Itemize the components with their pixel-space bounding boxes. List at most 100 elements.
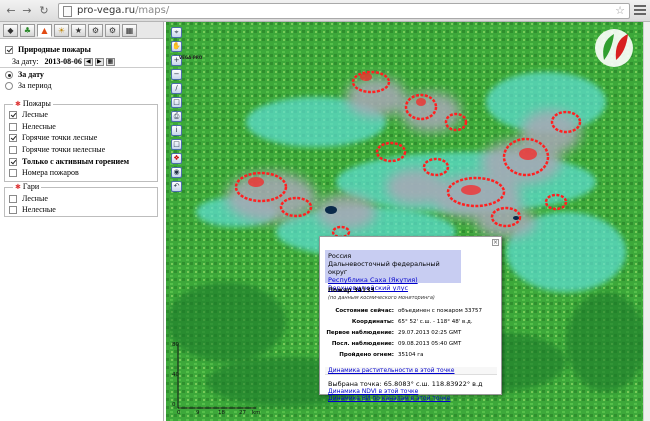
reload-icon[interactable]: ↻ [37, 4, 51, 18]
weather-icon[interactable]: ☀ [54, 24, 69, 37]
region-link[interactable]: Республика Саха (Якутия) [328, 276, 418, 284]
date-value[interactable]: 2013-08-06 [44, 57, 81, 66]
date-row: За дату: 2013-08-06 ◀ ▶ ▦ [12, 57, 115, 66]
burns-item-checkbox[interactable] [9, 205, 17, 214]
fires-item[interactable]: Только с активным горением [9, 157, 129, 166]
point-icon[interactable]: ❖ [171, 153, 182, 164]
fires-item-checkbox[interactable] [9, 157, 17, 166]
satellite-icon[interactable]: ★ [71, 24, 86, 37]
fires-item[interactable]: Горячие точки нелесные [9, 145, 105, 154]
satellite-map[interactable]: ⌖ ✋ + − ∕ □ ⎙ i □ ❖ ◉ ↶ VEGA-PRO 80 40 0… [166, 22, 646, 421]
pan-icon[interactable]: ✋ [171, 41, 182, 52]
address-bar[interactable]: pro-vega.ru/maps/ ☆ [58, 3, 630, 19]
next-date-button[interactable]: ▶ [94, 57, 104, 66]
fires-item-checkbox[interactable] [9, 133, 17, 142]
browser-toolbar: ← → ↻ pro-vega.ru/maps/ ☆ [0, 0, 650, 22]
fires-item-label: Нелесные [22, 122, 56, 131]
mode-by-date-label: За дату [18, 70, 44, 79]
selected-point: Выбрана точка: 65.8083° с.ш. 118.83922° … [328, 380, 483, 388]
bookmark-star-icon[interactable]: ☆ [615, 4, 625, 17]
print-icon[interactable]: ⎙ [171, 111, 182, 122]
fire-info-popup: × Россия Дальневосточный федеральный окр… [319, 236, 502, 402]
scale-y-tick: 0 [172, 402, 176, 408]
logo-text: VEGA-PRO [179, 55, 203, 60]
scale-y-tick: 80 [172, 342, 179, 348]
fires-legend: ✱ Пожары [13, 99, 53, 108]
burns-item[interactable]: Лесные [9, 194, 48, 203]
map-scale: 80 40 0 0 9 18 27 km [172, 342, 262, 418]
scale-x-tick: 0 [177, 410, 181, 416]
layers-icon[interactable]: ◆ [3, 24, 18, 37]
fire-field-value: 09.08.2013 05:40 GMT [398, 341, 462, 347]
fire-field-key: Координаты: [351, 319, 394, 325]
ndvi-dynamics-link[interactable]: Динамика NDVI в этой точке [328, 388, 418, 395]
fires-item-label: Горячие точки нелесные [22, 145, 106, 154]
measure-icon[interactable]: ∕ [171, 83, 182, 94]
vegetation-dynamics-link[interactable]: Динамика растительности в этой точке [328, 367, 455, 374]
fire-field-value: 35104 га [398, 352, 424, 358]
forward-icon[interactable]: → [20, 4, 34, 18]
fires-item-checkbox[interactable] [9, 168, 17, 177]
scale-x-tick: 18 [218, 410, 225, 416]
fires-item[interactable]: Горячие точки лесные [9, 133, 97, 142]
prev-date-button[interactable]: ◀ [83, 57, 93, 66]
fires-item[interactable]: Нелесные [9, 122, 56, 131]
burns-item-checkbox[interactable] [9, 194, 17, 203]
tools-icon[interactable]: ⚙ [88, 24, 103, 37]
burns-item-label: Лесные [22, 194, 48, 203]
layer-natural-fires[interactable]: Природные пожары [5, 45, 91, 54]
fires-item-label: Номера пожаров [22, 168, 79, 177]
page-icon [63, 6, 72, 17]
fire-field-key: Пройдено огнем: [339, 352, 394, 358]
fires-item-label: Только с активным горением [22, 157, 130, 166]
scale-unit: km [252, 410, 261, 416]
fires-item-label: Горячие точки лесные [22, 133, 98, 142]
popup-close-icon[interactable]: × [492, 239, 499, 246]
radio-by-period[interactable] [5, 81, 13, 90]
scale-y-tick: 40 [172, 372, 179, 378]
vegetation-icon[interactable]: ♣ [20, 24, 35, 37]
district: Дальневосточный федеральный округ [328, 260, 440, 276]
burns-item-label: Нелесные [22, 205, 56, 214]
fires-item-checkbox[interactable] [9, 145, 17, 154]
map-tools: ⌖ ✋ + − ∕ □ ⎙ i □ ❖ ◉ ↶ [171, 27, 182, 192]
url-text: pro-vega.ru/maps/ [77, 5, 170, 16]
area-icon[interactable]: □ [171, 97, 182, 108]
radio-by-date[interactable] [5, 70, 13, 79]
scale-x-tick: 27 [239, 410, 246, 416]
fires-item-checkbox[interactable] [9, 122, 17, 131]
page-scrollbar[interactable] [643, 22, 650, 421]
mode-by-period[interactable]: За период [5, 81, 52, 90]
fire-field-key: Первое наблюдение: [326, 330, 394, 336]
zoom-out-icon[interactable]: − [171, 69, 182, 80]
layer-title: Природные пожары [18, 45, 91, 54]
natural-fires-checkbox[interactable] [5, 45, 13, 54]
table-icon[interactable]: ▦ [122, 24, 137, 37]
date-label: За дату: [12, 57, 39, 66]
burns-item[interactable]: Нелесные [9, 205, 56, 214]
scale-x-tick: 9 [196, 410, 200, 416]
zoom-extent-icon[interactable]: ⌖ [171, 27, 182, 38]
browser-menu-icon[interactable] [634, 5, 646, 16]
fire-field-key: Посл. наблюдение: [331, 341, 394, 347]
calendar-icon[interactable]: ▦ [105, 57, 115, 66]
fire-field-value: 65° 52' с.ш. - 118° 48' в.д. [398, 319, 473, 325]
fires-item[interactable]: Номера пожаров [9, 168, 79, 177]
back-icon[interactable]: ← [4, 4, 18, 18]
mode-by-date[interactable]: За дату [5, 70, 44, 79]
fire-field-value: объединен с пожаром 33757 [398, 308, 483, 314]
settings-icon[interactable]: ⚙ [105, 24, 120, 37]
globe-icon[interactable]: ◉ [171, 167, 182, 178]
country: Россия [328, 252, 352, 260]
channels-dynamics-link[interactable]: Динамика ВИ по каналам в этой точке [328, 395, 450, 402]
fires-item-checkbox[interactable] [9, 110, 17, 119]
select-box-icon[interactable]: □ [171, 139, 182, 150]
info-icon[interactable]: i [171, 125, 182, 136]
undo-icon[interactable]: ↶ [171, 181, 182, 192]
fires-item-label: Лесные [22, 110, 48, 119]
fire-field-key: Состояние сейчас: [335, 308, 394, 314]
fire-subtitle: (по данным космического мониторинга) [328, 295, 435, 301]
fires-item[interactable]: Лесные [9, 110, 48, 119]
mode-by-period-label: За период [18, 81, 52, 90]
fire-icon[interactable]: ▲ [37, 24, 52, 37]
